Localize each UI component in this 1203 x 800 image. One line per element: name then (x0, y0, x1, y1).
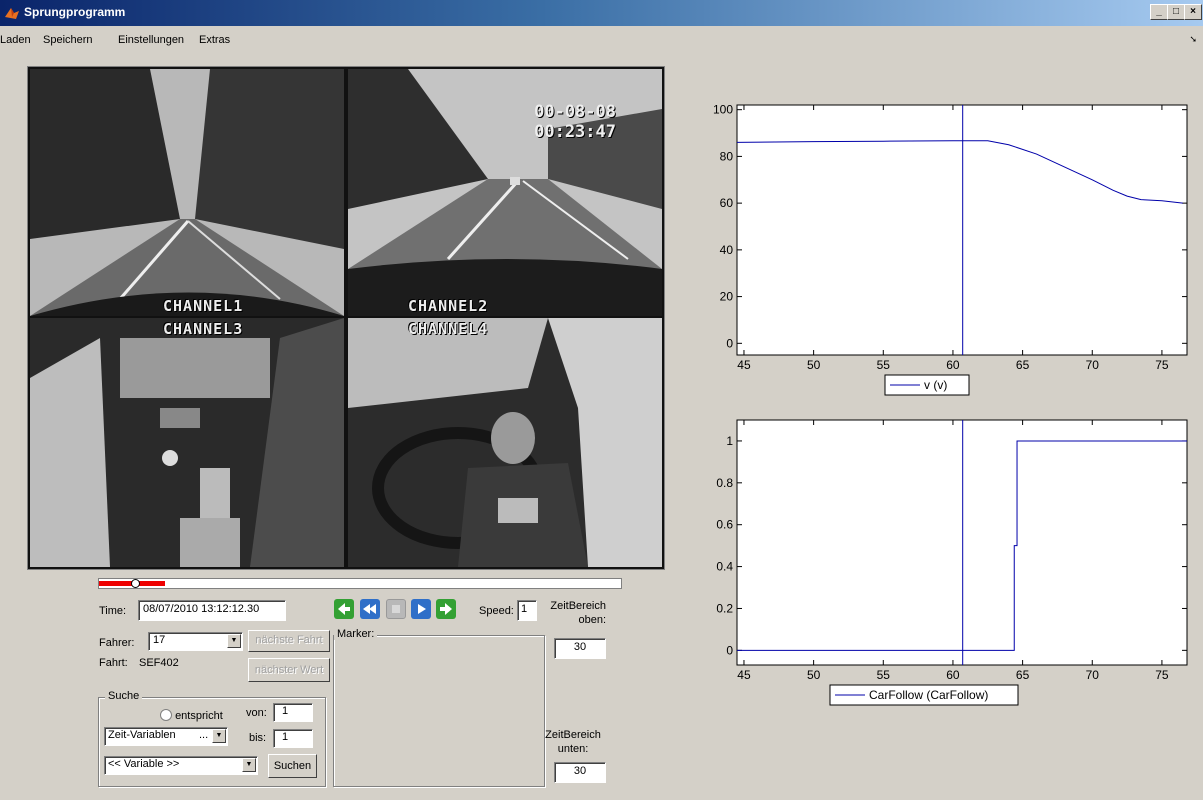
plot-area[interactable] (736, 419, 1188, 666)
x-tick-label: 70 (1086, 668, 1100, 682)
x-tick-label: 55 (877, 358, 891, 372)
y-tick-label: 0 (726, 643, 733, 657)
x-tick-label: 60 (946, 358, 960, 372)
y-tick-label: 60 (720, 196, 734, 210)
x-tick-label: 55 (877, 668, 891, 682)
x-tick-label: 70 (1086, 358, 1100, 372)
y-tick-label: 0.8 (716, 476, 733, 490)
y-tick-label: 0.6 (716, 518, 733, 532)
y-tick-label: 0.4 (716, 560, 733, 574)
chart-v[interactable]: 45 50 55 60 65 70 75 0 20 40 60 80 100 v (v) (713, 103, 1188, 396)
x-tick-label: 45 (737, 358, 751, 372)
x-tick-label: 65 (1016, 358, 1030, 372)
y-tick-label: 20 (720, 290, 734, 304)
y-tick-label: 0.2 (716, 601, 733, 615)
legend-label: CarFollow (CarFollow) (869, 688, 988, 702)
legend-label: v (v) (924, 378, 947, 392)
charts-canvas: 45 50 55 60 65 70 75 0 20 40 60 80 100 v (v) 45 50 55 60… (713, 103, 1188, 706)
x-tick-label: 75 (1155, 358, 1169, 372)
x-tick-label: 75 (1155, 668, 1169, 682)
y-tick-label: 0 (726, 336, 733, 350)
y-tick-label: 100 (713, 103, 733, 117)
x-tick-label: 50 (807, 358, 821, 372)
x-tick-label: 50 (807, 668, 821, 682)
plot-area[interactable] (736, 104, 1188, 356)
y-tick-label: 40 (720, 243, 734, 257)
y-tick-label: 80 (720, 149, 734, 163)
x-tick-label: 65 (1016, 668, 1030, 682)
x-tick-label: 45 (737, 668, 751, 682)
x-tick-label: 60 (946, 668, 960, 682)
y-tick-label: 1 (726, 434, 733, 448)
chart-carfollow[interactable]: 45 50 55 60 65 70 75 0 0.2 0.4 0.6 0.8 1 CarFollow (C… (716, 419, 1188, 706)
